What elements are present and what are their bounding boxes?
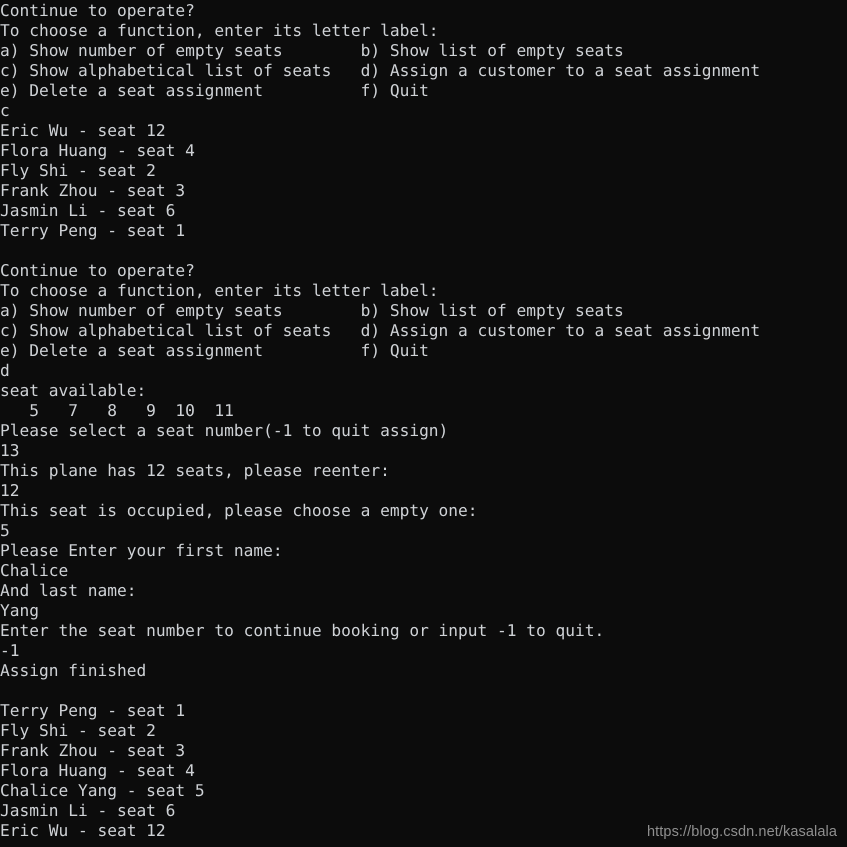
console-line: Assign finished <box>0 661 147 680</box>
console-line: Jasmin Li - seat 6 <box>0 201 176 220</box>
console-line: Chalice Yang - seat 5 <box>0 781 205 800</box>
console-line: Terry Peng - seat 1 <box>0 221 186 240</box>
console-line: Please Enter your first name: <box>0 541 283 560</box>
console-line: 12 <box>0 481 20 500</box>
console-line: 5 <box>0 521 10 540</box>
console-line: c) Show alphabetical list of seats d) As… <box>0 321 761 340</box>
console-line: e) Delete a seat assignment f) Quit <box>0 341 429 360</box>
console-line: Flora Huang - seat 4 <box>0 761 195 780</box>
console-line: Chalice <box>0 561 69 580</box>
console-line: Please select a seat number(-1 to quit a… <box>0 421 449 440</box>
console-line: d <box>0 361 10 380</box>
console-line: -1 <box>0 641 20 660</box>
console-line: To choose a function, enter its letter l… <box>0 281 439 300</box>
console-line: Continue to operate? <box>0 1 195 20</box>
console-line: Fly Shi - seat 2 <box>0 721 156 740</box>
watermark-text: https://blog.csdn.net/kasalala <box>646 824 837 840</box>
console-line: Frank Zhou - seat 3 <box>0 181 186 200</box>
console-output: Continue to operate? To choose a function… <box>0 1 760 841</box>
console-line: a) Show number of empty seats b) Show li… <box>0 301 624 320</box>
console-line: 13 <box>0 441 20 460</box>
console-line: e) Delete a seat assignment f) Quit <box>0 81 429 100</box>
console-line: Enter the seat number to continue bookin… <box>0 621 605 640</box>
console-line: Jasmin Li - seat 6 <box>0 801 176 820</box>
console-line: This plane has 12 seats, please reenter: <box>0 461 390 480</box>
console-line: Flora Huang - seat 4 <box>0 141 195 160</box>
console-line: And last name: <box>0 581 137 600</box>
console-line: Continue to operate? <box>0 261 195 280</box>
console-line: a) Show number of empty seats b) Show li… <box>0 41 624 60</box>
console-line: To choose a function, enter its letter l… <box>0 21 439 40</box>
terminal-window[interactable]: Continue to operate? To choose a function… <box>0 0 847 847</box>
console-line: Eric Wu - seat 12 <box>0 121 166 140</box>
console-line: seat available: <box>0 381 147 400</box>
console-line: 5 7 8 9 10 11 <box>0 401 234 420</box>
console-line: c) Show alphabetical list of seats d) As… <box>0 61 761 80</box>
console-line: Terry Peng - seat 1 <box>0 701 186 720</box>
console-line: Fly Shi - seat 2 <box>0 161 156 180</box>
console-line: This seat is occupied, please choose a e… <box>0 501 478 520</box>
console-line: Yang <box>0 601 39 620</box>
console-line: Frank Zhou - seat 3 <box>0 741 186 760</box>
console-line: c <box>0 101 10 120</box>
